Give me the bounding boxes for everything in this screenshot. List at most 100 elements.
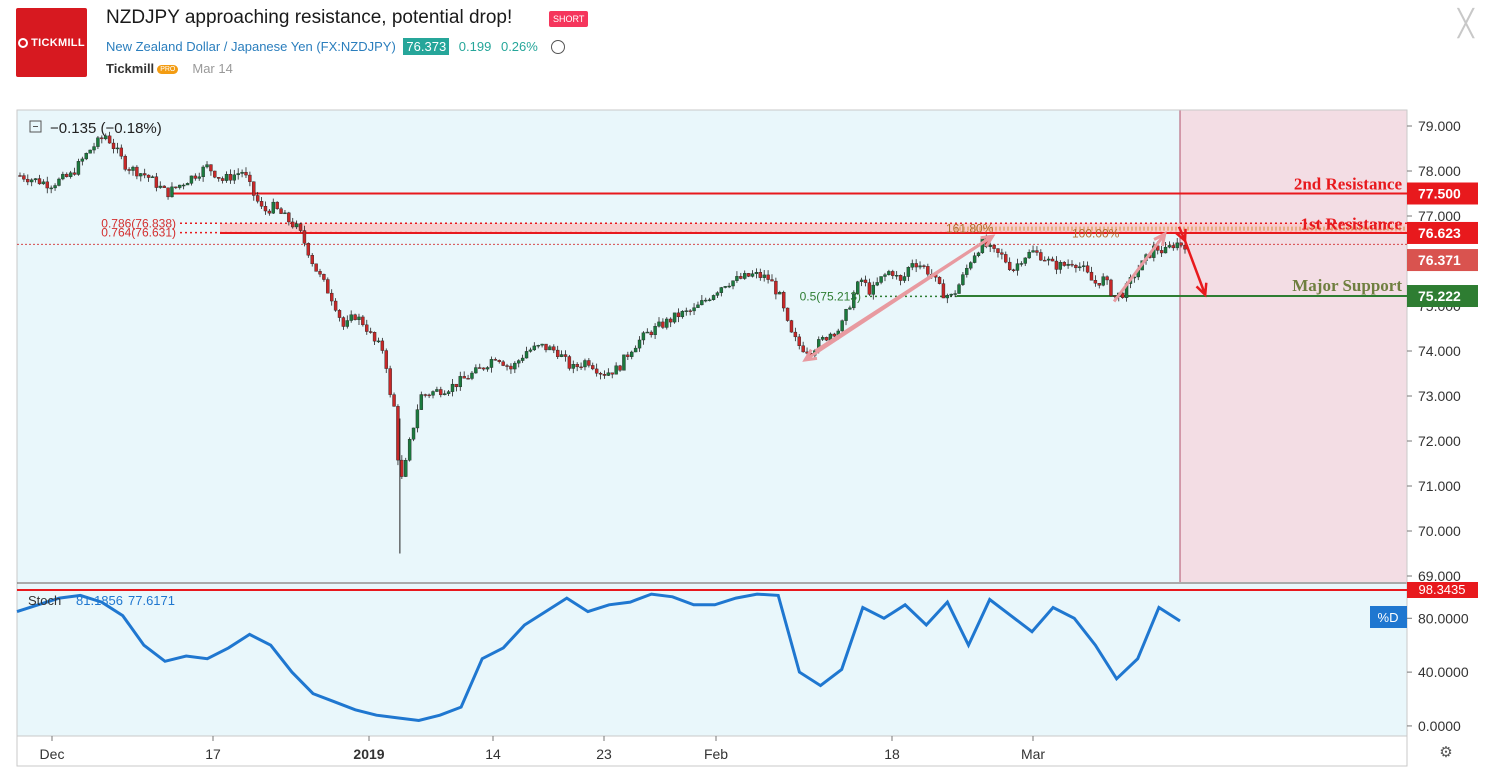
candle-body — [368, 331, 373, 333]
stoch-top-badge-text: 98.3435 — [1419, 582, 1466, 597]
candle-body — [668, 318, 673, 323]
price-tick-label: 74.000 — [1418, 343, 1461, 359]
candle-body — [388, 368, 392, 395]
candle-body — [770, 279, 774, 282]
candle-body — [1101, 276, 1105, 286]
time-tick-label: Dec — [40, 746, 65, 762]
candle-body — [209, 164, 213, 172]
candle-body — [415, 409, 420, 429]
candle-body — [972, 255, 977, 263]
candle-body — [544, 343, 548, 351]
candle-body — [528, 349, 533, 352]
candle-body — [150, 176, 155, 178]
candle-body — [271, 201, 275, 214]
candle-body — [1175, 242, 1179, 249]
candle-body — [80, 158, 85, 162]
candle-body — [898, 275, 903, 281]
candle-body — [711, 295, 716, 300]
candle-body — [844, 309, 848, 321]
candle-body — [961, 274, 965, 285]
candle-body — [72, 172, 77, 175]
candle-body — [37, 178, 42, 185]
candle-body — [158, 185, 162, 188]
settings-gear-icon[interactable]: ⚙ — [1439, 743, 1452, 761]
candle-body — [988, 244, 992, 247]
candle-body — [758, 272, 763, 278]
candle-body — [657, 321, 661, 327]
candle-body — [123, 155, 127, 170]
candle-body — [1023, 257, 1027, 264]
candle-body — [555, 349, 560, 357]
candle-body — [115, 147, 120, 150]
candle-body — [380, 340, 385, 351]
candle-body — [26, 178, 30, 183]
candle-body — [431, 391, 435, 396]
second-resistance-label: 2nd Resistance — [1294, 175, 1403, 194]
candle-body — [357, 316, 361, 320]
candle-body — [61, 173, 65, 180]
candle-body — [575, 364, 579, 368]
candle-body — [384, 350, 388, 369]
candle-body — [902, 276, 907, 281]
candle-body — [715, 292, 720, 296]
candle-body — [579, 366, 583, 369]
candle-body — [470, 372, 474, 379]
candle-body — [185, 183, 190, 186]
candle-body — [1039, 252, 1043, 261]
price-chart[interactable]: 2nd Resistance 1st Resistance Major Supp… — [0, 0, 1498, 782]
candle-body — [941, 283, 946, 299]
candle-body — [197, 176, 201, 179]
candle-body — [442, 393, 447, 396]
candle-body — [883, 274, 887, 277]
candle-body — [914, 263, 918, 268]
candle-body — [427, 394, 431, 397]
candle-body — [633, 347, 638, 353]
candle-body — [146, 174, 151, 178]
candle-body — [232, 174, 236, 181]
candle-body — [922, 265, 926, 267]
candle-body — [727, 285, 731, 288]
candle-body — [637, 339, 642, 349]
candle-body — [361, 316, 365, 326]
candle-body — [840, 320, 844, 332]
candle-body — [474, 367, 478, 374]
candle-body — [462, 376, 466, 379]
candle-body — [789, 320, 794, 333]
candle-body — [22, 175, 26, 180]
candle-body — [976, 252, 981, 256]
candle-body — [376, 340, 381, 343]
candle-body — [672, 312, 677, 323]
candle-body — [341, 317, 346, 327]
candle-body — [1085, 265, 1090, 273]
candle-body — [684, 310, 688, 312]
candle-body — [1113, 295, 1117, 297]
candle-body — [524, 351, 529, 359]
support-price-badge-text: 75.222 — [1418, 288, 1461, 304]
candle-body — [18, 175, 22, 177]
stoch-pane-bg — [17, 584, 1407, 736]
candle-body — [478, 367, 482, 369]
candle-body — [1000, 252, 1004, 255]
candle-body — [661, 321, 665, 328]
candle-body — [217, 177, 221, 179]
candle-body — [1050, 258, 1055, 262]
candle-body — [700, 300, 704, 306]
candle-body — [719, 287, 724, 293]
candle-body — [1019, 263, 1024, 265]
candle-body — [326, 279, 330, 294]
candle-body — [965, 267, 969, 275]
candle-body — [287, 212, 291, 223]
stoch-d-badge-text: %D — [1378, 610, 1399, 625]
candle-body — [1078, 266, 1082, 269]
fib-100-label: 100.00% — [1072, 227, 1120, 241]
candle-body — [1163, 246, 1168, 254]
candle-body — [602, 374, 607, 376]
candle-body — [509, 365, 513, 370]
price-tick-label: 70.000 — [1418, 523, 1461, 539]
candle-body — [29, 179, 34, 183]
candle-body — [466, 378, 470, 380]
candle-body — [1043, 259, 1047, 262]
candle-body — [240, 171, 244, 174]
candle-body — [404, 460, 408, 477]
candle-body — [762, 274, 766, 278]
